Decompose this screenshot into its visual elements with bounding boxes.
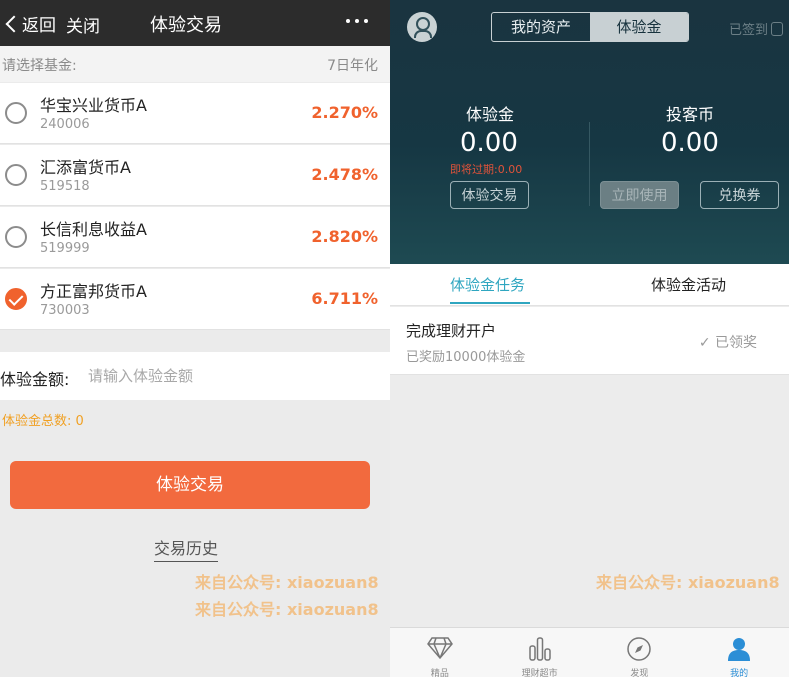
watermark-text: 来自公众号: xiaozuan8 xyxy=(195,600,379,619)
avatar-icon[interactable] xyxy=(407,12,437,42)
fund-code: 519518 xyxy=(40,179,90,194)
use-now-button[interactable]: 立即使用 xyxy=(600,181,679,209)
fund-rate: 2.820% xyxy=(311,227,378,246)
more-dots-icon[interactable] xyxy=(346,19,368,23)
back-button[interactable]: 返回 xyxy=(2,11,56,36)
rate-column-header: 7日年化 xyxy=(327,58,378,74)
experience-label: 体验金 xyxy=(466,105,515,124)
task-title: 完成理财开户 xyxy=(406,322,497,340)
expiring-text: 即将过期:0.00 xyxy=(450,163,523,176)
tab-experience-activities[interactable]: 体验金活动 xyxy=(651,274,726,295)
nav-label: 理财超市 xyxy=(521,669,558,677)
fund-name: 长信利息收益A xyxy=(40,220,147,239)
nav-item-mine[interactable]: 我的 xyxy=(689,628,789,677)
trade-history-link[interactable]: 交易历史 xyxy=(154,535,219,562)
divider xyxy=(589,122,590,206)
person-icon xyxy=(728,638,751,661)
experience-trade-button[interactable]: 体验交易 xyxy=(450,181,529,209)
signed-in-label: 已签到 xyxy=(728,23,768,38)
redeem-voucher-button[interactable]: 兑换券 xyxy=(700,181,779,209)
fund-row[interactable]: 长信利息收益A 519999 2.820% xyxy=(0,207,390,268)
checked-radio-icon[interactable] xyxy=(5,288,27,310)
coin-stack-icon xyxy=(771,21,783,36)
tab-my-assets[interactable]: 我的资产 xyxy=(492,13,590,41)
radio-button[interactable] xyxy=(5,102,27,124)
close-button[interactable]: 关闭 xyxy=(66,12,100,37)
fund-rate: 6.711% xyxy=(311,289,378,308)
bar-chart-icon xyxy=(528,637,551,661)
fund-name: 方正富邦货币A xyxy=(40,282,147,301)
tab-experience-tasks[interactable]: 体验金任务 xyxy=(450,274,525,295)
fund-row[interactable]: 华宝兴业货币A 240006 2.270% xyxy=(0,83,390,144)
experience-trade-button[interactable]: 体验交易 xyxy=(10,461,370,509)
fund-code: 730003 xyxy=(40,303,90,318)
nav-label: 发现 xyxy=(630,669,649,677)
left-screen: 返回 关闭 体验交易 请选择基金: 7日年化 华宝兴业货币A 240006 2.… xyxy=(0,0,390,677)
amount-input[interactable] xyxy=(88,362,378,390)
watermark-text: 来自公众号: xiaozuan8 xyxy=(195,573,379,592)
coins-label: 投客币 xyxy=(666,105,715,124)
nav-label: 我的 xyxy=(730,669,749,677)
back-label: 返回 xyxy=(22,16,56,36)
fund-code: 240006 xyxy=(40,117,90,132)
diamond-icon xyxy=(426,637,453,660)
fund-name: 华宝兴业货币A xyxy=(40,96,147,115)
fund-row-selected[interactable]: 方正富邦货币A 730003 6.711% xyxy=(0,269,390,330)
signed-in-status[interactable]: 已签到 xyxy=(729,19,783,38)
amount-row: 体验金额: xyxy=(0,352,390,400)
tab-experience[interactable]: 体验金 xyxy=(590,13,688,41)
amount-label: 体验金额: xyxy=(0,370,70,389)
list-item[interactable]: 完成理财开户 已奖励10000体验金 ✓ 已领奖 xyxy=(390,307,789,375)
fund-list-header: 请选择基金: 7日年化 xyxy=(0,46,390,82)
coins-value: 0.00 xyxy=(661,128,719,158)
radio-button[interactable] xyxy=(5,226,27,248)
chevron-left-icon xyxy=(5,15,23,32)
nav-item-featured[interactable]: 精品 xyxy=(390,628,490,677)
fund-code: 519999 xyxy=(40,241,90,256)
asset-header: 我的资产 体验金 已签到 体验金 0.00 即将过期:0.00 体验交易 投客币… xyxy=(390,0,789,264)
task-tabs: 体验金任务 体验金活动 xyxy=(390,264,789,306)
experience-value: 0.00 xyxy=(460,128,518,158)
nav-label: 精品 xyxy=(430,669,449,677)
active-tab-indicator xyxy=(450,302,530,304)
right-screen: 我的资产 体验金 已签到 体验金 0.00 即将过期:0.00 体验交易 投客币… xyxy=(390,0,789,677)
nav-item-market[interactable]: 理财超市 xyxy=(490,628,590,677)
total-experience-text: 体验金总数: 0 xyxy=(2,414,84,429)
task-subtitle: 已奖励10000体验金 xyxy=(406,350,526,365)
page-title: 体验交易 xyxy=(150,15,222,36)
fund-select-label: 请选择基金: xyxy=(2,58,77,74)
nav-item-discover[interactable]: 发现 xyxy=(590,628,690,677)
fund-row[interactable]: 汇添富货币A 519518 2.478% xyxy=(0,145,390,206)
fund-name: 汇添富货币A xyxy=(40,158,131,177)
watermark-text: 来自公众号: xiaozuan8 xyxy=(596,573,780,592)
bottom-navigation: 精品 理财超市 发现 我的 xyxy=(390,627,789,677)
asset-segment-control: 我的资产 体验金 xyxy=(491,12,689,42)
radio-button[interactable] xyxy=(5,164,27,186)
task-status-label: 已领奖 xyxy=(715,335,757,351)
checkmark-icon: ✓ xyxy=(698,335,711,351)
fund-rate: 2.270% xyxy=(311,103,378,122)
top-bar: 返回 关闭 体验交易 xyxy=(0,0,390,46)
fund-rate: 2.478% xyxy=(311,165,378,184)
task-status: ✓ 已领奖 xyxy=(699,332,757,352)
compass-icon xyxy=(627,637,652,661)
